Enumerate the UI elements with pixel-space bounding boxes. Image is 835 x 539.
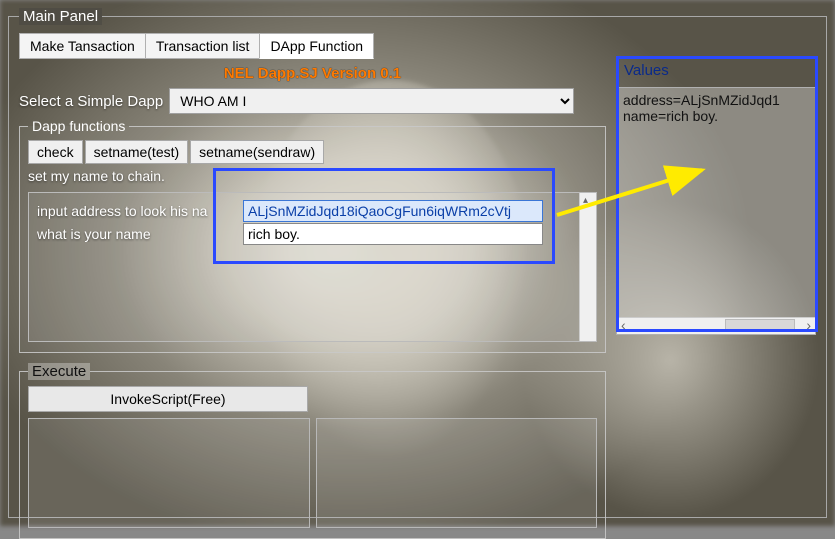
values-line: name=rich boy. [623, 108, 809, 124]
fn-description: set my name to chain. [28, 168, 597, 184]
execute-legend: Execute [28, 363, 90, 380]
output-pane-left [28, 418, 310, 528]
field-address-label: input address to look his na [37, 203, 243, 219]
field-address-input[interactable] [243, 200, 543, 222]
main-panel: Main Panel Make Tansaction Transaction l… [8, 8, 827, 518]
version-label: NEL Dapp.SJ Version 0.1 [19, 65, 606, 82]
fn-check-button[interactable]: check [28, 140, 83, 164]
tab-row: Make Tansaction Transaction list DApp Fu… [19, 33, 606, 59]
tab-transaction-list[interactable]: Transaction list [145, 33, 261, 59]
tab-dapp-function[interactable]: DApp Function [259, 33, 374, 59]
dapp-functions-legend: Dapp functions [28, 118, 129, 134]
values-legend: Values [624, 62, 669, 79]
values-h-scrollbar[interactable] [617, 317, 815, 334]
fn-setname-test-button[interactable]: setname(test) [85, 140, 189, 164]
tab-make-transaction[interactable]: Make Tansaction [19, 33, 146, 59]
input-scrollbar[interactable] [579, 193, 596, 341]
field-name-input[interactable] [243, 223, 543, 245]
select-dapp-label: Select a Simple Dapp [19, 93, 163, 110]
values-line: address=ALjSnMZidJqd1 [623, 92, 809, 108]
invoke-script-button[interactable]: InvokeScript(Free) [28, 386, 308, 412]
input-panel: input address to look his na what is you… [28, 192, 597, 342]
field-name-label: what is your name [37, 226, 243, 242]
execute-group: Execute InvokeScript(Free) [19, 363, 606, 539]
values-box: address=ALjSnMZidJqd1 name=rich boy. [616, 87, 816, 335]
main-panel-legend: Main Panel [19, 8, 102, 25]
dapp-select[interactable]: WHO AM I [169, 88, 574, 114]
dapp-functions-group: Dapp functions check setname(test) setna… [19, 118, 606, 353]
fn-setname-sendraw-button[interactable]: setname(sendraw) [190, 140, 324, 164]
output-pane-right [316, 418, 598, 528]
